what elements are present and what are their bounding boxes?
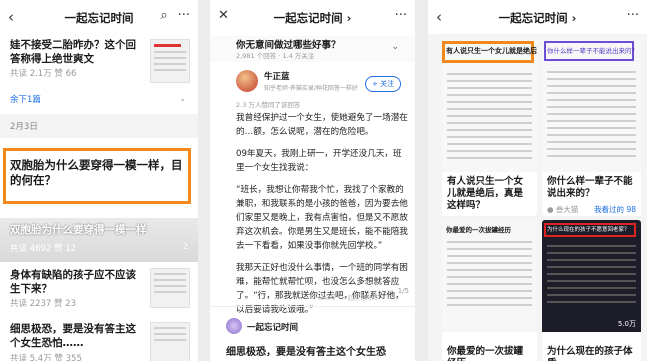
article-thumbnail — [150, 322, 190, 361]
chevron-down-icon[interactable]: ⌄ — [391, 42, 399, 52]
card-image-text: 为什么现在的孩子不愿意回老家？ — [547, 227, 630, 233]
card-title: 为什么现在的孩子体质 — [547, 346, 633, 361]
article-item[interactable]: 双胞胎为什么要穿得一模一样 共读 4692 赞 12 2 — [0, 218, 198, 262]
paragraph: 09年夏天，我刚上研一，开学还没几天，班里一个女生找我说： — [236, 149, 402, 173]
article-title: 双胞胎为什么要穿得一模一样 — [10, 224, 147, 236]
page-title[interactable]: 一起忘记时间 › — [210, 10, 415, 26]
article-meta: 共读 2237 赞 23 — [10, 299, 77, 309]
page-indicator: 1/5 — [397, 287, 409, 295]
account-name[interactable]: 一起忘记时间 — [247, 321, 298, 333]
card-image-text: 有人说只生一个女儿就是绝后吗？ — [446, 47, 537, 55]
paragraph: 我那天正好也没什么事情，一个班的同学有困难，能帮忙就帮忙呗，也没怎么多想就答应了… — [236, 263, 408, 315]
answer-body: 我曾经保护过一个女生，使她避免了一场潜在的…额，怎么说呢，潜在的危险吧。 09年… — [236, 111, 408, 317]
grid-panel: 贫困 ‹ 一起忘记时间 › ··· 有人说只生一个女儿就是绝后吗？ 有人说只生一… — [428, 0, 647, 361]
paragraph: “班长，我想让你帮我个忙，我找了个家教的兼职，和我联系的是小孩的爸爸，因为要去他… — [236, 185, 408, 251]
avatar[interactable] — [226, 318, 242, 334]
card-title: 你什么样一辈子不能说出来的？ — [547, 176, 633, 199]
likes-count: 2.3 万人赞同了该回答 — [236, 101, 301, 109]
source-note: 公众号 · 一起忘记时间 — [318, 295, 378, 302]
article-item[interactable]: 娃不接受二胎昨办？这个回答称得上绝世爽文 共读 2.1万 赞 66 — [0, 34, 198, 86]
card-meta: ● 叁大猫 我看过的 98 — [547, 204, 636, 215]
question-header[interactable]: 你无意间做过哪些好事？ 2,981 个回答 · 1.4 万关注 ⌄ — [210, 36, 415, 62]
date-divider: 2月3日 — [0, 114, 198, 138]
article-item[interactable]: 身体有缺陷的孩子应不应该生下来？ 共读 2237 赞 23 — [0, 264, 198, 314]
card-title: 你最爱的一次拔罐经历 — [447, 346, 524, 361]
author-desc: 知乎老师·养猫实录/种花回答一样好 — [264, 85, 358, 92]
question-title: 你无意间做过哪些好事？ — [236, 40, 341, 51]
follow-button[interactable]: + 关注 — [365, 76, 402, 92]
top-bar: ‹ 一起忘记时间 › ··· — [428, 0, 647, 34]
article-title: 身体有缺陷的孩子应不应该生下来？ — [10, 269, 136, 295]
article-title: 娃不接受二胎昨办？这个回答称得上绝世爽文 — [10, 39, 136, 65]
view-count: 5.0万 — [617, 320, 636, 328]
page-title[interactable]: 一起忘记时间 › — [428, 10, 647, 26]
article-title: 细思极恐，要是没有答主这个女生恐怕…… — [10, 323, 136, 349]
card-author: ● 叁大猫 — [547, 205, 579, 214]
question-meta: 2,981 个回答 · 1.4 万关注 — [236, 52, 315, 60]
article-meta: 共读 5.4万 赞 355 — [10, 354, 82, 361]
article-meta: 共读 4692 赞 12 — [10, 244, 77, 254]
article-panel: ✕ 一起忘记时间 › ··· 你无意间做过哪些好事？ 2,981 个回答 · 1… — [210, 0, 415, 361]
article-thumbnail — [150, 39, 190, 83]
chevron-down-icon[interactable]: ⌄ — [179, 94, 186, 103]
card-title: 有人说只生一个女儿就是绝后，真是这样吗？ — [447, 176, 524, 211]
author-name[interactable]: 牛正蓝 — [264, 70, 290, 82]
expand-link[interactable]: 余下1篇 — [10, 93, 41, 105]
article-thumbnail — [150, 268, 190, 308]
top-bar: ✕ 一起忘记时间 › ··· — [210, 0, 415, 34]
more-icon[interactable]: ··· — [627, 8, 639, 23]
card-image-text: 你最爱的一次拔罐经历 — [446, 226, 511, 234]
feed-panel: ‹ 一起忘记时间 ⌕ ··· 娃不接受二胎昨办？这个回答称得上绝世爽文 共读 2… — [0, 0, 198, 361]
page-count: 2 — [182, 242, 188, 251]
card-read-link[interactable]: 我看过的 98 — [594, 204, 636, 215]
article-card[interactable]: 你什么样一辈子不能说出来的？ 你什么样一辈子不能说出来的？ ● 叁大猫 我看过的… — [542, 38, 641, 216]
article-title: 双胞胎为什么要穿得一模一样，目的何在？ — [10, 158, 183, 187]
card-image-text: 你什么样一辈子不能说出来的？ — [547, 47, 638, 55]
article-card[interactable]: 有人说只生一个女儿就是绝后吗？ 有人说只生一个女儿就是绝后，真是这样吗？ — [442, 38, 537, 216]
avatar[interactable] — [236, 70, 258, 92]
paragraph: 我曾经保护过一个女生，使她避免了一场潜在的…额，怎么说呢，潜在的危险吧。 — [236, 113, 408, 137]
article-item-featured[interactable]: 双胞胎为什么要穿得一模一样，目的何在？ — [0, 140, 198, 218]
card-image: 你什么样一辈子不能说出来的？ — [542, 38, 641, 172]
more-icon[interactable]: ··· — [395, 8, 407, 23]
card-image: 你最爱的一次拔罐经历 — [442, 220, 537, 332]
article-card[interactable]: 为什么现在的孩子不愿意回老家？ 5.0万 为什么现在的孩子体质 — [542, 220, 641, 361]
top-bar: ‹ 一起忘记时间 ⌕ ··· — [0, 0, 198, 34]
card-image: 为什么现在的孩子不愿意回老家？ 5.0万 — [542, 220, 641, 332]
article-meta: 共读 2.1万 赞 66 — [10, 69, 77, 79]
article-card[interactable]: 你最爱的一次拔罐经历 你最爱的一次拔罐经历 — [442, 220, 537, 361]
divider — [210, 306, 415, 307]
article-item[interactable]: 细思极恐，要是没有答主这个女生恐怕…… 共读 5.4万 赞 355 — [0, 318, 198, 361]
card-image: 有人说只生一个女儿就是绝后吗？ — [442, 38, 537, 172]
more-icon[interactable]: ··· — [178, 8, 190, 23]
next-article-title[interactable]: 细思极恐，要是没有答主这个女生恐 — [226, 343, 386, 358]
search-icon[interactable]: ⌕ — [160, 8, 167, 23]
